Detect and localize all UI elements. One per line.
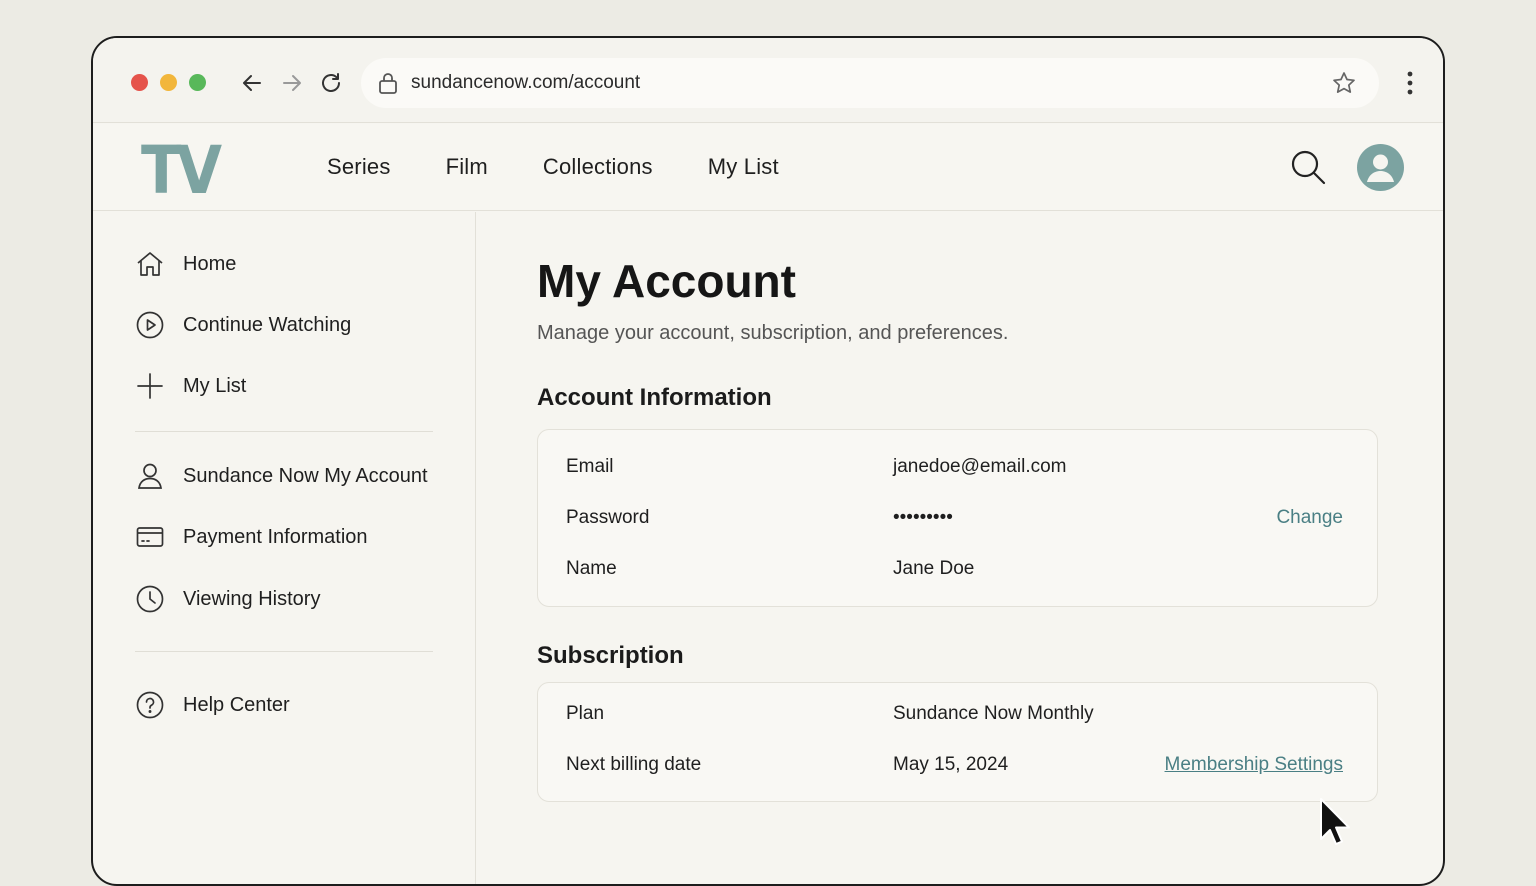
plus-icon [135, 371, 165, 401]
lock-icon [377, 71, 399, 95]
row-value: May 15, 2024 [893, 754, 1009, 775]
address-bar[interactable]: sundancenow.com/account [361, 58, 1379, 108]
sidebar-item-label: My List [183, 374, 247, 397]
account-row-name: Name Jane Doe [538, 554, 1377, 584]
row-value: ••••••••• [893, 507, 953, 528]
sidebar-divider [135, 651, 433, 652]
row-label: Next billing date [566, 754, 702, 775]
user-icon [135, 461, 165, 491]
sidebar-item-continue-watching[interactable]: Continue Watching [135, 309, 351, 341]
sidebar-item-label: Home [183, 252, 237, 275]
sidebar-item-label: Payment Information [183, 525, 368, 548]
clock-icon [135, 584, 165, 614]
page-title: My Account [537, 255, 796, 307]
help-icon [135, 690, 165, 720]
sidebar-item-my-list[interactable]: My List [135, 370, 246, 402]
home-icon [135, 249, 165, 279]
subscription-row-next-billing: Next billing date May 15, 2024 Membershi… [538, 750, 1377, 780]
forward-arrow-icon[interactable] [279, 70, 305, 96]
minimize-window-button[interactable] [160, 74, 177, 91]
site-header: TV Series Film Collections My List [93, 124, 1443, 211]
account-row-email: Email janedoe@email.com [538, 452, 1377, 482]
row-label: Email [566, 456, 614, 477]
change-password-link[interactable]: Change [1276, 507, 1343, 529]
sidebar-item-label: Viewing History [183, 587, 321, 610]
browser-menu-icon[interactable] [1405, 70, 1415, 96]
sidebar-item-label: Sundance Now My Account [183, 464, 428, 487]
search-icon[interactable] [1289, 148, 1327, 186]
sidebar-divider [135, 431, 433, 432]
bookmark-star-icon[interactable] [1331, 70, 1357, 96]
credit-card-icon [135, 522, 165, 552]
row-label: Name [566, 558, 617, 579]
sidebar-item-payment-information[interactable]: Payment Information [135, 521, 368, 553]
sidebar-item-home[interactable]: Home [135, 248, 236, 280]
browser-window: sundancenow.com/account TV Series Film C… [91, 36, 1445, 886]
maximize-window-button[interactable] [189, 74, 206, 91]
membership-settings-link[interactable]: Membership Settings [1165, 754, 1343, 776]
nav-film[interactable]: Film [446, 154, 488, 180]
row-value: Sundance Now Monthly [893, 703, 1094, 724]
back-arrow-icon[interactable] [239, 70, 265, 96]
sidebar-item-viewing-history[interactable]: Viewing History [135, 583, 320, 615]
nav-series[interactable]: Series [327, 154, 391, 180]
row-value: Jane Doe [893, 558, 975, 579]
sidebar: Home Continue Watching My List Sundance … [93, 212, 476, 884]
account-row-password: Password ••••••••• Change [538, 503, 1377, 533]
url-text[interactable]: sundancenow.com/account [411, 72, 640, 94]
nav-my-list[interactable]: My List [708, 154, 779, 180]
sidebar-item-help-center[interactable]: Help Center [135, 689, 290, 721]
row-label: Plan [566, 703, 605, 724]
top-nav: Series Film Collections My List [327, 154, 834, 180]
mouse-pointer-icon [1319, 797, 1353, 849]
reload-icon[interactable] [318, 70, 344, 96]
user-avatar-icon[interactable] [1357, 144, 1404, 191]
subscription-card: Plan Sundance Now Monthly Next billing d… [537, 682, 1378, 802]
play-circle-icon [135, 310, 165, 340]
subscription-row-plan: Plan Sundance Now Monthly [538, 699, 1377, 729]
account-information-heading: Account Information [537, 384, 772, 411]
sidebar-item-label: Help Center [183, 693, 290, 716]
site-logo[interactable]: TV [141, 132, 222, 209]
subscription-heading: Subscription [537, 642, 684, 669]
nav-collections[interactable]: Collections [543, 154, 653, 180]
row-value: janedoe@email.com [893, 456, 1067, 477]
close-window-button[interactable] [131, 74, 148, 91]
account-information-card: Email janedoe@email.com Password •••••••… [537, 429, 1378, 607]
page-subtitle: Manage your account, subscription, and p… [537, 322, 1009, 344]
sidebar-item-my-account[interactable]: Sundance Now My Account [135, 460, 428, 492]
row-label: Password [566, 507, 650, 528]
browser-toolbar: sundancenow.com/account [93, 38, 1443, 123]
sidebar-item-label: Continue Watching [183, 313, 352, 336]
